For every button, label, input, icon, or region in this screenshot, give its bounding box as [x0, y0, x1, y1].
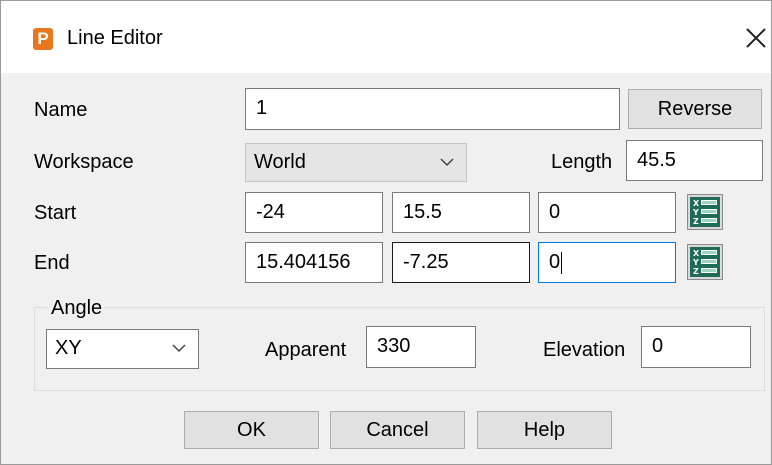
- cancel-button[interactable]: Cancel: [330, 411, 465, 449]
- angle-plane-select[interactable]: XY: [46, 329, 199, 369]
- apparent-input[interactable]: 330: [366, 326, 476, 368]
- start-x-input[interactable]: -24: [245, 192, 383, 233]
- length-label: Length: [551, 151, 613, 173]
- ok-button[interactable]: OK: [184, 411, 319, 449]
- name-label: Name: [34, 99, 88, 121]
- angle-group-label: Angle: [49, 296, 105, 320]
- xyz-position-icon: X Y Z: [690, 197, 720, 227]
- end-xyz-icon[interactable]: X Y Z: [687, 244, 723, 280]
- elevation-label: Elevation: [543, 339, 626, 361]
- workspace-label: Workspace: [34, 151, 134, 173]
- chevron-down-icon: [440, 144, 454, 167]
- close-icon[interactable]: [741, 23, 771, 53]
- help-button[interactable]: Help: [477, 411, 612, 449]
- workspace-value: World: [254, 151, 306, 173]
- start-z-input[interactable]: 0: [538, 192, 676, 233]
- svg-text:Z: Z: [693, 217, 699, 226]
- svg-text:Y: Y: [692, 258, 699, 267]
- reverse-button[interactable]: Reverse: [628, 89, 762, 129]
- svg-text:Y: Y: [692, 208, 699, 217]
- text-caret: [561, 251, 563, 274]
- start-y-input[interactable]: 15.5: [392, 192, 530, 233]
- start-label: Start: [34, 202, 77, 224]
- end-x-input[interactable]: 15.404156: [245, 242, 383, 283]
- end-y-input[interactable]: -7.25: [392, 242, 530, 283]
- angle-plane-value: XY: [55, 337, 82, 359]
- length-input[interactable]: 45.5: [626, 140, 763, 181]
- end-z-input[interactable]: 0: [538, 242, 676, 283]
- name-input[interactable]: 1: [245, 88, 620, 130]
- end-z-value: 0: [549, 251, 561, 273]
- window-title: Line Editor: [67, 27, 163, 49]
- apparent-label: Apparent: [265, 339, 347, 361]
- svg-text:X: X: [693, 249, 700, 258]
- workspace-select[interactable]: World: [245, 143, 467, 182]
- end-label: End: [34, 252, 70, 274]
- chevron-down-icon: [172, 330, 186, 353]
- title-bar: P Line Editor: [1, 1, 771, 73]
- svg-text:X: X: [693, 199, 700, 208]
- xyz-position-icon: X Y Z: [690, 247, 720, 277]
- app-icon: P: [33, 28, 53, 50]
- close-icon-glyph: [746, 28, 766, 48]
- elevation-input[interactable]: 0: [641, 326, 751, 368]
- start-xyz-icon[interactable]: X Y Z: [687, 194, 723, 230]
- line-editor-dialog: P Line Editor Name 1 Reverse Workspace W…: [0, 0, 772, 465]
- svg-text:Z: Z: [693, 267, 699, 276]
